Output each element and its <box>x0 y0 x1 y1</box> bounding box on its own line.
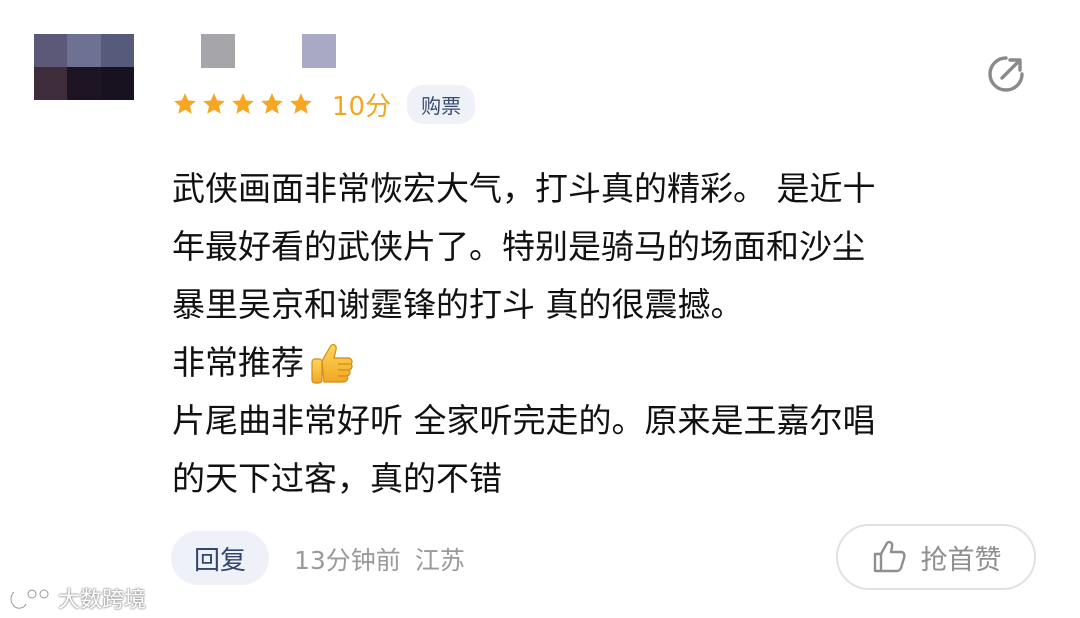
star-icon <box>290 93 312 114</box>
comment-line: 年最好看的武侠片了。特别是骑马的场面和沙尘 <box>172 227 865 266</box>
comment-line: 武侠画面非常恢宏大气，打斗真的精彩。 是近十 <box>172 169 876 208</box>
username-blur-left[interactable] <box>201 34 235 68</box>
watermark: 大数跨境 <box>8 582 146 614</box>
username-blur-right[interactable] <box>302 34 336 68</box>
star-rating <box>172 91 314 117</box>
comment-line: 暴里吴京和谢霆锋的打斗 真的很震撼。 <box>172 285 744 324</box>
avatar-pixel <box>100 34 134 67</box>
star-icon <box>203 93 225 114</box>
timestamp: 13分钟前 <box>294 546 401 575</box>
rating-row: 10分 购票 <box>172 84 476 124</box>
like-label: 抢首赞 <box>920 544 1002 576</box>
comment-line: 非常推荐 <box>172 334 1052 392</box>
like-button[interactable]: 抢首赞 <box>836 524 1036 590</box>
avatar-pixel <box>34 34 68 67</box>
avatar-pixel <box>34 67 68 100</box>
avatar-pixel <box>67 67 101 100</box>
watermark-logo-icon <box>9 588 50 610</box>
avatar-pixel <box>100 67 134 100</box>
location: 江苏 <box>414 546 465 575</box>
comment-meta: 13分钟前 江苏 <box>294 541 465 577</box>
comment-line: 的天下过客，真的不错 <box>172 459 502 498</box>
comment-body: 武侠画面非常恢宏大气，打斗真的精彩。 是近十 年最好看的武侠片了。特别是骑马的场… <box>172 160 1052 508</box>
score-label: 10分 <box>332 91 392 122</box>
comment-line: 片尾曲非常好听 全家听完走的。原来是王嘉尔唱 <box>172 401 876 440</box>
reply-button[interactable]: 回复 <box>171 531 269 585</box>
share-icon[interactable] <box>986 54 1026 94</box>
avatar[interactable] <box>34 34 134 100</box>
star-icon <box>232 93 254 114</box>
star-icon <box>261 93 283 114</box>
watermark-text: 大数跨境 <box>58 588 147 613</box>
thumbs-up-emoji <box>311 344 353 384</box>
thumbs-up-icon <box>873 540 906 573</box>
avatar-pixel <box>67 34 101 67</box>
purchase-badge: 购票 <box>407 84 476 124</box>
star-icon <box>174 93 196 114</box>
